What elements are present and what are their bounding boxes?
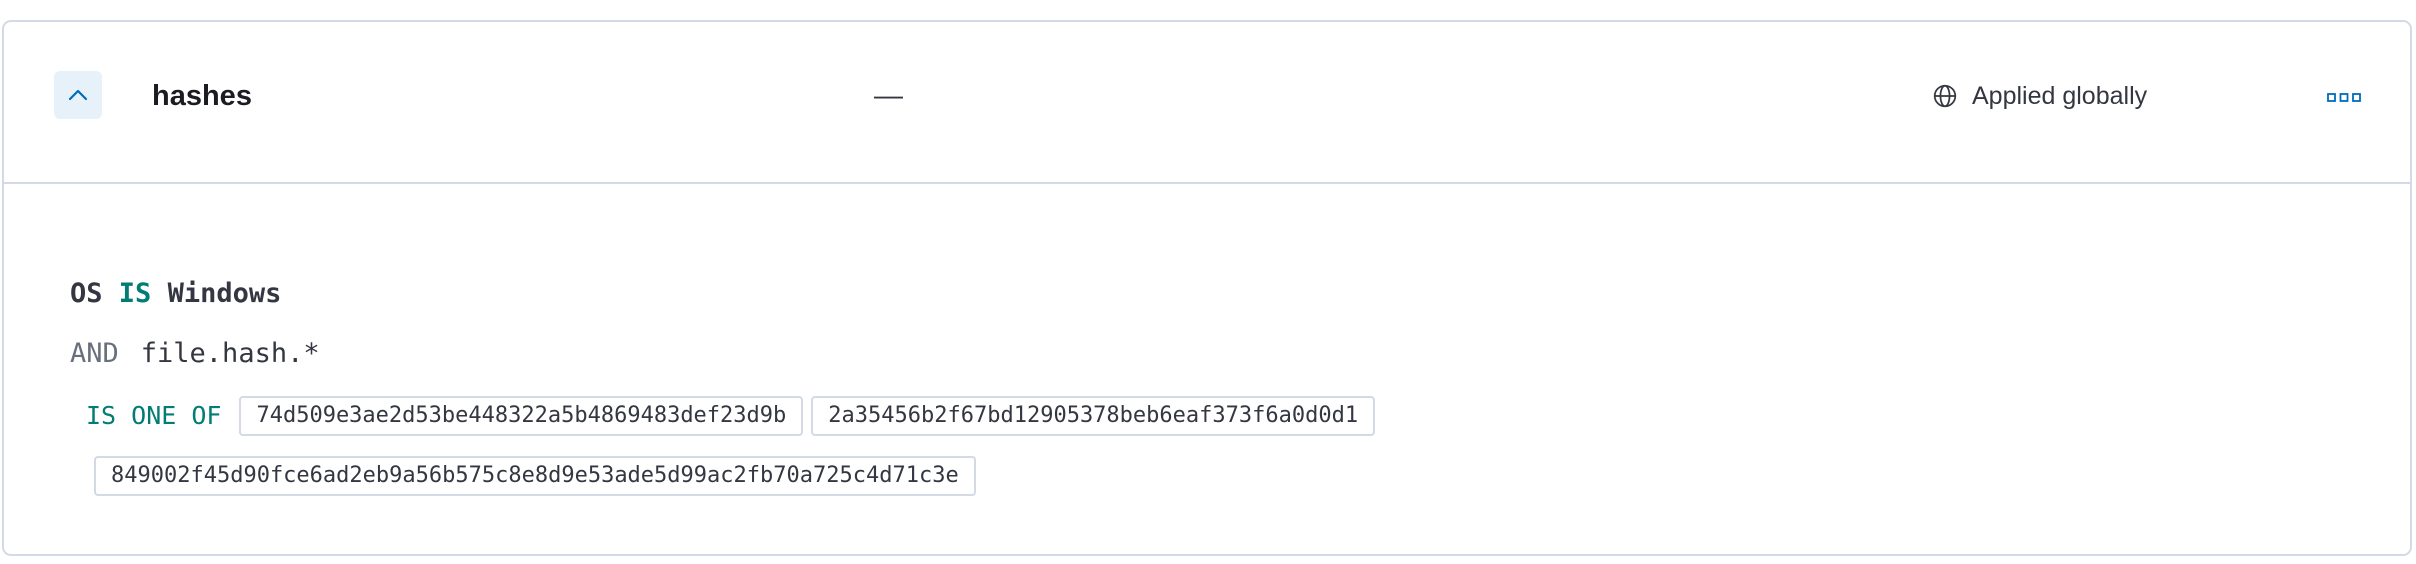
exception-item-header: hashes — Applied globally [4,22,2410,184]
hash-value-badge: 74d509e3ae2d53be448322a5b4869483def23d9b [239,396,804,436]
condition-os: OS IS Windows [70,276,281,312]
hash-value-badge: 849002f45d90fce6ad2eb9a56b575c8e8d9e53ad… [94,456,976,496]
exception-item-separator: — [874,80,903,112]
condition-hash-field: AND file.hash.* [70,336,320,372]
exception-item-card: hashes — Applied globally OS IS Windows … [2,20,2412,556]
condition-field: file.hash.* [140,338,320,369]
boxes-horizontal-icon [2327,93,2361,102]
condition-value: Windows [167,278,282,309]
condition-conjunction: AND [70,338,119,369]
condition-hash-values: IS ONE OF 74d509e3ae2d53be448322a5b48694… [86,396,1586,496]
condition-field: OS [70,278,103,309]
exception-item-title: hashes [152,80,252,112]
actions-menu-button[interactable] [2320,86,2368,110]
chevron-up-icon [68,89,88,101]
scope-indicator: Applied globally [1932,80,2147,112]
hash-value-badge: 2a35456b2f67bd12905378beb6eaf373f6a0d0d1 [811,396,1376,436]
expand-toggle-button[interactable] [54,71,102,119]
globe-icon [1933,84,1957,108]
condition-operator: IS ONE OF [86,401,222,430]
condition-operator: IS [118,278,152,309]
scope-label: Applied globally [1972,81,2148,110]
